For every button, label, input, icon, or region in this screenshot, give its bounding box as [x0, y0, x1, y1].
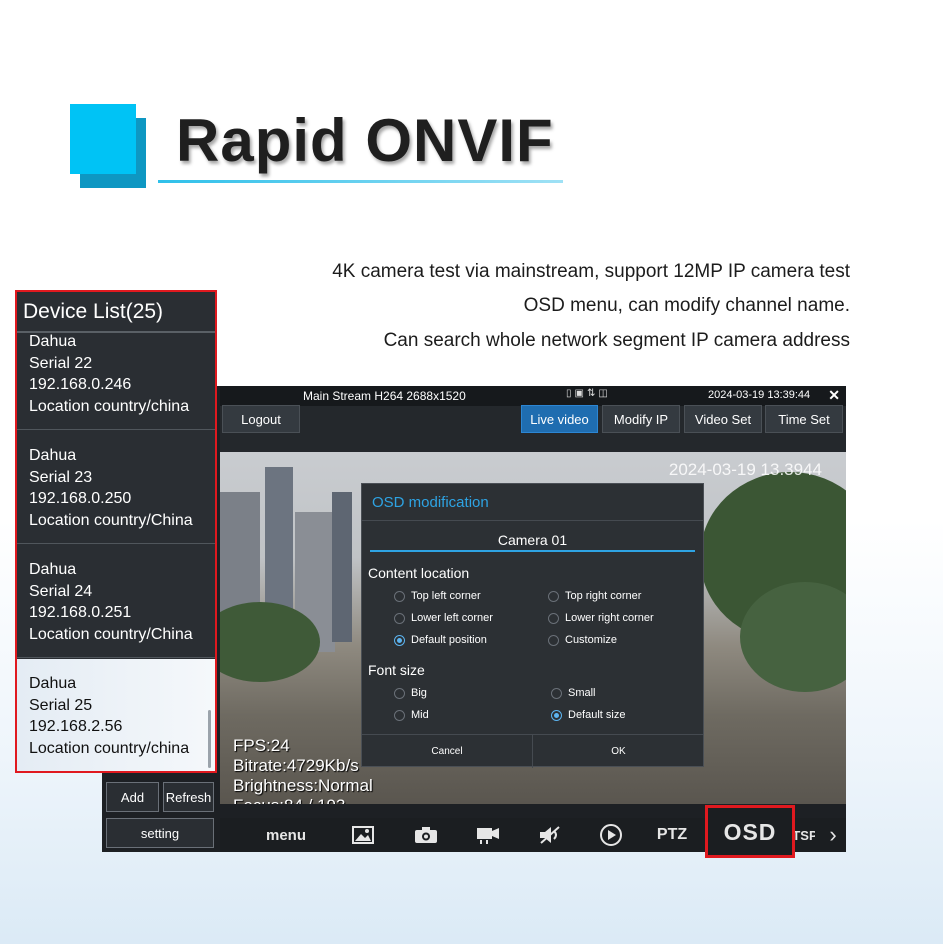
- camera-icon[interactable]: [408, 818, 444, 852]
- device-brand: Dahua: [29, 561, 77, 578]
- video-timestamp: 2024-03-19 13.3944: [668, 460, 822, 479]
- option-lower-right[interactable]: Lower right corner: [548, 612, 654, 624]
- device-serial: Serial 22: [29, 355, 93, 372]
- option-top-right[interactable]: Top right corner: [548, 590, 641, 602]
- device-location: Location country/china: [29, 398, 190, 415]
- rtsp-button[interactable]: TSP: [795, 818, 815, 852]
- device-serial: Serial 25: [29, 697, 93, 714]
- radio-icon: [548, 590, 559, 602]
- device-item-22[interactable]: Dahua Serial 22 192.168.0.246 Location c…: [17, 317, 215, 430]
- option-font-big[interactable]: Big: [394, 687, 427, 699]
- option-top-left[interactable]: Top left corner: [394, 590, 481, 602]
- osd-button[interactable]: OSD: [708, 810, 792, 854]
- ok-button[interactable]: OK: [533, 735, 704, 768]
- device-serial: Serial 23: [29, 469, 93, 486]
- option-font-small[interactable]: Small: [551, 687, 596, 699]
- option-customize[interactable]: Customize: [548, 634, 617, 646]
- divider: [362, 520, 703, 521]
- radio-icon: [394, 612, 405, 624]
- device-brand: Dahua: [29, 675, 77, 692]
- device-list-panel: Device List(25) Dahua Serial 22 192.168.…: [15, 290, 217, 773]
- dialog-title: OSD modification: [372, 494, 489, 511]
- network-icon: ▣: [574, 388, 587, 399]
- device-ip: 192.168.0.246: [29, 376, 132, 393]
- play-icon[interactable]: [593, 818, 629, 852]
- focus-readout: Focus:84 / 193: [233, 796, 345, 804]
- device-list-title: Device List(25): [23, 300, 164, 323]
- chevron-right-icon[interactable]: ›: [823, 818, 843, 852]
- logout-button[interactable]: Logout: [222, 405, 300, 433]
- device-ip: 192.168.0.251: [29, 604, 132, 621]
- device-brand: Dahua: [29, 447, 77, 464]
- page-title: Rapid ONVIF: [176, 107, 554, 174]
- device-location: Location country/china: [29, 740, 190, 757]
- add-button[interactable]: Add: [106, 782, 159, 812]
- radio-icon: [548, 612, 559, 624]
- device-list-header: Device List(25): [17, 292, 215, 332]
- menu-button[interactable]: menu: [258, 818, 314, 852]
- device-location: Location country/China: [29, 626, 193, 643]
- fps-readout: FPS:24: [233, 736, 290, 755]
- modify-ip-button[interactable]: Modify IP: [602, 405, 680, 433]
- divider: [17, 331, 215, 332]
- content-location-label: Content location: [368, 565, 470, 581]
- radio-icon: [394, 590, 405, 602]
- title-underline: [158, 180, 563, 183]
- device-ip: 192.168.2.56: [29, 718, 123, 735]
- logo-square-front: [70, 104, 136, 174]
- status-bar: Main Stream H264 2688x1520 ▯▣⇅◫ 2024-03-…: [220, 386, 846, 406]
- radio-selected-icon: [551, 709, 562, 721]
- snapshot-gallery-icon[interactable]: [345, 818, 381, 852]
- bitrate-readout: Bitrate:4729Kb/s: [233, 756, 359, 775]
- setting-button[interactable]: setting: [106, 818, 214, 848]
- device-ip: 192.168.0.250: [29, 490, 132, 507]
- feature-line-2: OSD menu, can modify channel name.: [523, 295, 850, 316]
- dialog-footer: Cancel OK: [362, 734, 704, 768]
- option-font-mid[interactable]: Mid: [394, 709, 429, 721]
- device-brand: Dahua: [29, 333, 77, 350]
- cancel-button[interactable]: Cancel: [362, 735, 532, 768]
- brightness-readout: Brightness:Normal: [233, 776, 373, 795]
- radio-icon: [551, 687, 562, 699]
- radio-icon: [548, 634, 559, 646]
- live-video-button[interactable]: Live video: [521, 405, 598, 433]
- device-list-scrollbar[interactable]: [208, 710, 211, 768]
- refresh-button[interactable]: Refresh: [163, 782, 214, 812]
- option-lower-left[interactable]: Lower left corner: [394, 612, 493, 624]
- feature-line-3: Can search whole network segment IP came…: [383, 330, 850, 351]
- option-font-default[interactable]: Default size: [551, 709, 625, 721]
- stream-info: Main Stream H264 2688x1520: [303, 389, 466, 403]
- device-location: Location country/China: [29, 512, 193, 529]
- device-item-25-selected[interactable]: Dahua Serial 25 192.168.2.56 Location co…: [17, 659, 215, 771]
- option-default-position[interactable]: Default position: [394, 634, 487, 646]
- divider: [17, 332, 215, 333]
- close-icon[interactable]: ✕: [828, 387, 840, 404]
- radio-icon: [394, 687, 405, 699]
- status-icons: ▯▣⇅◫: [566, 388, 611, 399]
- battery-icon: ▯: [566, 388, 575, 399]
- device-item-24[interactable]: Dahua Serial 24 192.168.0.251 Location c…: [17, 545, 215, 658]
- status-datetime: 2024-03-19 13:39:44: [708, 389, 811, 401]
- osd-modification-dialog: OSD modification Camera 01 Content locat…: [361, 483, 704, 768]
- device-item-23[interactable]: Dahua Serial 23 192.168.0.250 Location c…: [17, 431, 215, 544]
- video-set-button[interactable]: Video Set: [684, 405, 762, 433]
- record-video-icon[interactable]: [470, 818, 506, 852]
- feature-line-1: 4K camera test via mainstream, support 1…: [332, 261, 850, 282]
- channel-name-input[interactable]: Camera 01: [370, 532, 695, 552]
- device-serial: Serial 24: [29, 583, 93, 600]
- ptz-button[interactable]: PTZ: [650, 818, 694, 852]
- dhcp-icon: ◫: [598, 388, 611, 399]
- speed-icon: ⇅: [586, 388, 599, 399]
- radio-icon: [394, 709, 405, 721]
- mute-icon[interactable]: [532, 818, 568, 852]
- font-size-label: Font size: [368, 662, 425, 678]
- time-set-button[interactable]: Time Set: [765, 405, 843, 433]
- building: [332, 492, 352, 642]
- radio-selected-icon: [394, 634, 405, 646]
